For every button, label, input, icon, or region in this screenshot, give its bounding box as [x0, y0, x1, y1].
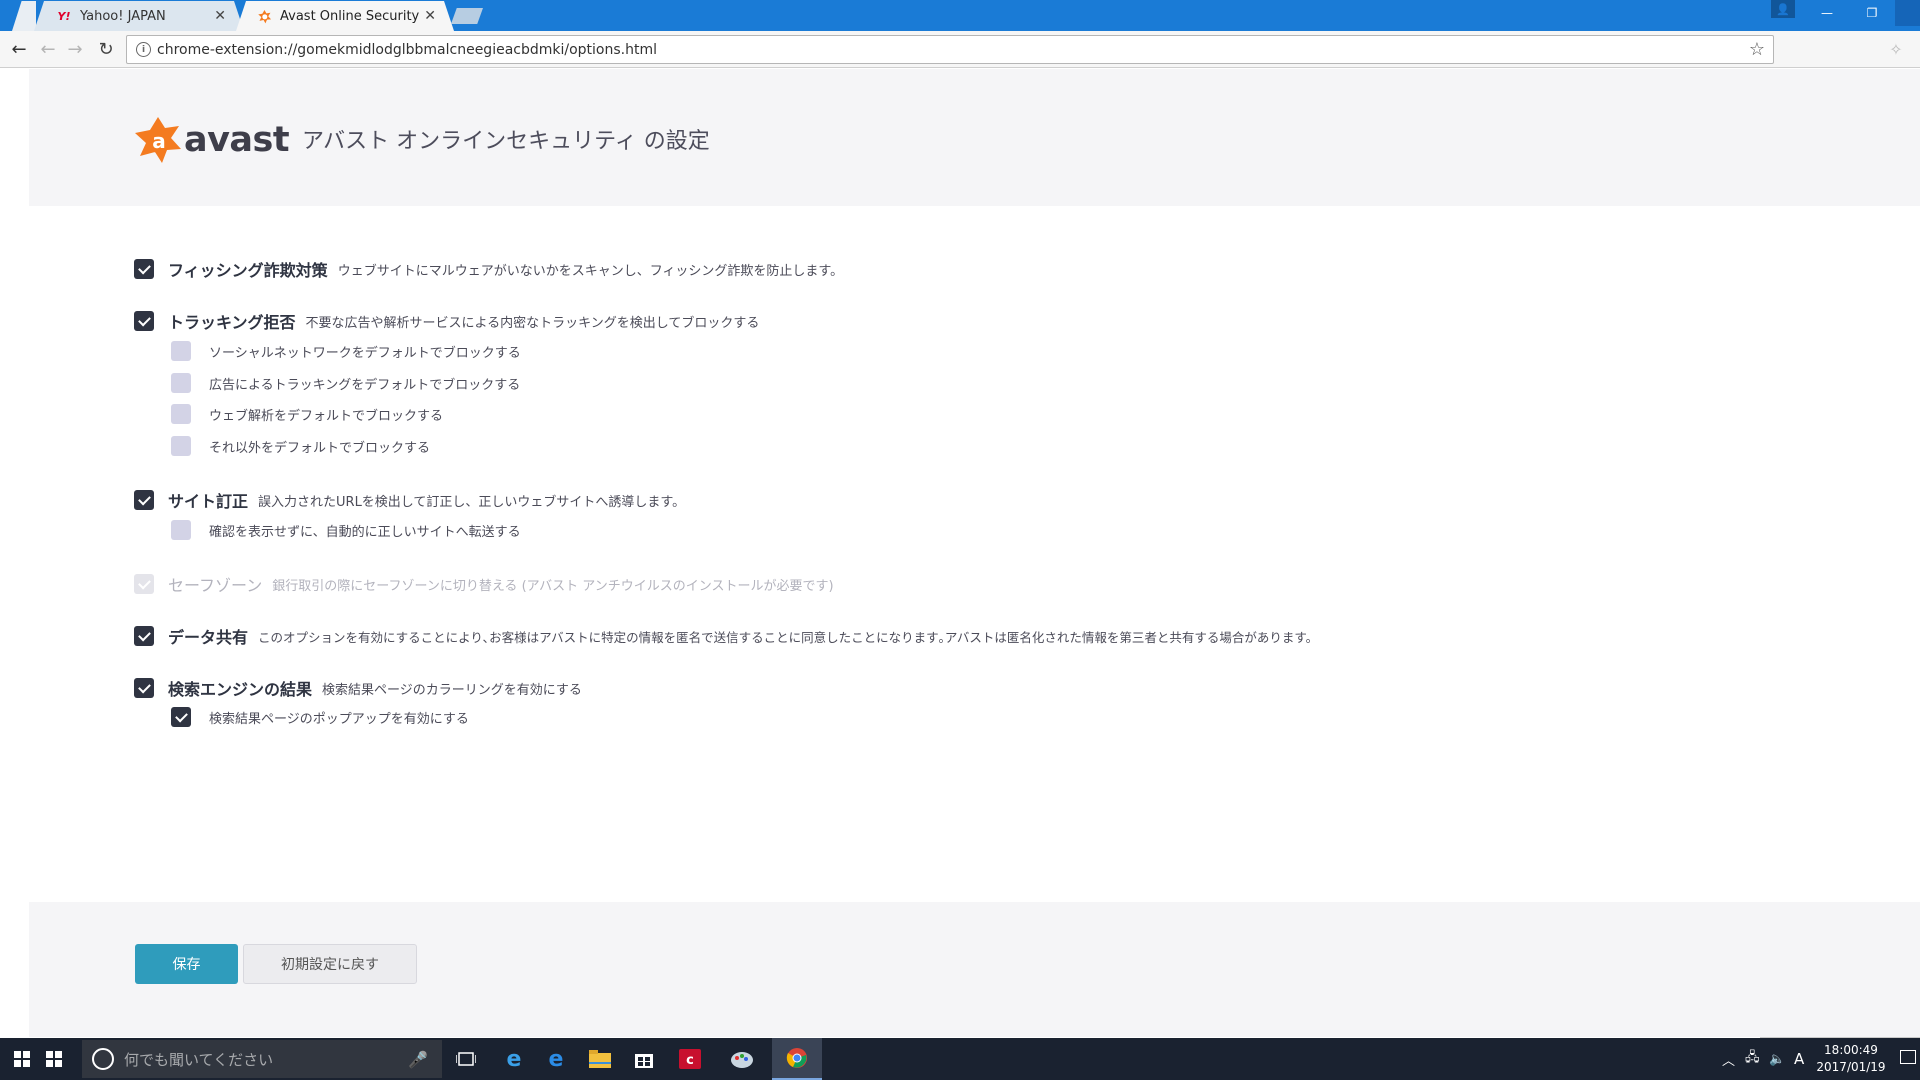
minimize-icon[interactable]: — — [1805, 0, 1849, 26]
info-icon[interactable]: i — [136, 42, 151, 57]
tray-expand-icon[interactable]: ︿ — [1722, 1038, 1735, 1080]
tab-partial[interactable] — [12, 1, 36, 31]
forward-arrow-icon[interactable]: ← — [36, 37, 60, 61]
tab-title: Yahoo! JAPAN — [80, 8, 166, 24]
setting-description: 不要な広告や解析サービスによる内密なトラッキングを検出してブロックする — [305, 315, 760, 331]
sub-setting-label: ソーシャルネットワークをデフォルトでブロックする — [209, 345, 521, 361]
close-icon[interactable]: ✕ — [214, 8, 226, 24]
forward-arrow-icon[interactable]: → — [63, 37, 87, 61]
sub-setting-label: 広告によるトラッキングをデフォルトでブロックする — [209, 377, 521, 393]
address-bar[interactable]: i chrome-extension://gomekmidlodglbbmalc… — [126, 35, 1774, 64]
ime-indicator[interactable]: A — [1794, 1038, 1804, 1080]
search-placeholder: 何でも聞いてください — [124, 1050, 274, 1069]
close-window-button[interactable] — [1895, 0, 1920, 26]
logo-text: avast — [184, 120, 290, 160]
setting-description: 銀行取引の際にセーフゾーンに切り替える (アバスト アンチウイルスのインストール… — [272, 578, 834, 594]
safezone-checkbox — [134, 574, 154, 594]
sub-setting-label: 確認を表示せずに、自動的に正しいサイトへ転送する — [209, 524, 521, 540]
taskbar: 何でも聞いてください 🎤 e e c ︿ 🖧 🔈 A 18:00:49 2017… — [0, 1038, 1920, 1080]
extension-icon[interactable]: ✧ — [1884, 37, 1908, 61]
chrome-icon[interactable] — [772, 1038, 822, 1080]
page-title: アバスト オンラインセキュリティ の設定 — [302, 129, 710, 154]
search-results-checkbox[interactable] — [134, 678, 154, 698]
setting-description: ウェブサイトにマルウェアがいないかをスキャンし、フィッシング詐欺を防止します。 — [337, 263, 844, 279]
tracking-checkbox[interactable] — [134, 311, 154, 331]
browser-toolbar: ← ← → ↻ i chrome-extension://gomekmidlod… — [0, 31, 1920, 68]
setting-sitecorrect: サイト訂正 誤入力されたURLを検出して訂正し、正しいウェブサイトへ誘導します。 — [134, 488, 685, 512]
setting-safezone: セーフゾーン 銀行取引の際にセーフゾーンに切り替える (アバスト アンチウイルス… — [134, 572, 834, 596]
setting-label: サイト訂正 — [168, 492, 249, 511]
other-tracking-checkbox[interactable] — [171, 436, 191, 456]
datashare-checkbox[interactable] — [134, 626, 154, 646]
setting-sub-item: 広告によるトラッキングをデフォルトでブロックする — [171, 373, 520, 393]
notification-icon[interactable] — [1900, 1050, 1916, 1064]
svg-text:c: c — [686, 1053, 694, 1068]
setting-description: このオプションを有効にすることにより､お客様はアバストに特定の情報を匿名で送信す… — [258, 629, 1319, 645]
star-icon[interactable]: ☆ — [1749, 39, 1765, 60]
auto-redirect-checkbox[interactable] — [171, 520, 191, 540]
phishing-checkbox[interactable] — [134, 259, 154, 279]
options-page: a avast アバスト オンラインセキュリティ の設定 フィッシング詐欺対策 … — [0, 69, 1920, 1037]
setting-sub-item: ウェブ解析をデフォルトでブロックする — [171, 404, 443, 424]
file-explorer-icon[interactable] — [580, 1038, 620, 1080]
setting-search: 検索エンジンの結果 検索結果ページのカラーリングを有効にする — [134, 676, 582, 700]
setting-description: 誤入力されたURLを検出して訂正し、正しいウェブサイトへ誘導します。 — [258, 494, 686, 510]
avast-logo-icon: a — [134, 116, 182, 164]
volume-icon[interactable]: 🔈 — [1769, 1038, 1785, 1080]
windows-start-icon[interactable] — [8, 1038, 36, 1080]
back-arrow-icon[interactable]: ← — [7, 37, 31, 61]
tab-yahoo[interactable]: Y! Yahoo! JAPAN ✕ — [34, 1, 244, 31]
avast-logo: a avast — [134, 116, 290, 164]
sub-setting-label: 検索結果ページのポップアップを有効にする — [209, 711, 469, 727]
new-tab-button[interactable] — [451, 8, 483, 24]
network-icon[interactable]: 🖧 — [1745, 1038, 1760, 1080]
clock[interactable]: 18:00:49 2017/01/19 — [1815, 1042, 1887, 1076]
title-bar: Y! Yahoo! JAPAN ✕ Avast Online Security … — [0, 0, 1920, 31]
setting-sub-item: 検索結果ページのポップアップを有効にする — [171, 707, 469, 727]
clock-time: 18:00:49 — [1824, 1043, 1878, 1057]
save-button[interactable]: 保存 — [135, 944, 238, 984]
setting-label: フィッシング詐欺対策 — [168, 261, 328, 280]
tab-title: Avast Online Security — [280, 8, 420, 24]
setting-sub-item: それ以外をデフォルトでブロックする — [171, 436, 430, 456]
sub-setting-label: それ以外をデフォルトでブロックする — [209, 440, 431, 456]
cortana-icon — [92, 1048, 114, 1070]
avast-icon — [256, 8, 272, 24]
svg-text:a: a — [152, 129, 166, 153]
restore-icon[interactable]: ❐ — [1850, 0, 1894, 26]
setting-sub-item: ソーシャルネットワークをデフォルトでブロックする — [171, 341, 521, 361]
url-text[interactable]: chrome-extension://gomekmidlodglbbmalcne… — [157, 42, 657, 58]
web-analytics-checkbox[interactable] — [171, 404, 191, 424]
sub-setting-label: ウェブ解析をデフォルトでブロックする — [209, 408, 444, 424]
clock-date: 2017/01/19 — [1816, 1060, 1886, 1074]
sitecorrect-checkbox[interactable] — [134, 490, 154, 510]
setting-label: セーフゾーン — [168, 576, 263, 595]
tab-avast[interactable]: Avast Online Security ✕ — [236, 1, 454, 31]
setting-label: 検索エンジンの結果 — [168, 680, 313, 699]
paint-icon[interactable] — [722, 1038, 762, 1080]
internet-explorer-icon[interactable]: e — [494, 1038, 534, 1080]
mcafee-icon[interactable]: c — [670, 1038, 710, 1080]
search-popup-checkbox[interactable] — [171, 707, 191, 727]
setting-label: トラッキング拒否 — [168, 313, 296, 332]
close-icon[interactable]: ✕ — [424, 8, 436, 24]
user-icon[interactable]: 👤 — [1771, 0, 1795, 18]
setting-datashare: データ共有 このオプションを有効にすることにより､お客様はアバストに特定の情報を… — [134, 624, 1318, 648]
microphone-icon[interactable]: 🎤 — [408, 1050, 428, 1069]
windows-icon[interactable] — [40, 1038, 68, 1080]
task-view-icon[interactable] — [446, 1038, 486, 1080]
ad-tracking-checkbox[interactable] — [171, 373, 191, 393]
reset-defaults-button[interactable]: 初期設定に戻す — [243, 944, 417, 984]
setting-phishing: フィッシング詐欺対策 ウェブサイトにマルウェアがいないかをスキャンし、フィッシン… — [134, 257, 843, 281]
setting-tracking: トラッキング拒否 不要な広告や解析サービスによる内密なトラッキングを検出してブロ… — [134, 309, 759, 333]
setting-sub-item: 確認を表示せずに、自動的に正しいサイトへ転送する — [171, 520, 521, 540]
edge-icon[interactable]: e — [536, 1038, 576, 1080]
yahoo-icon: Y! — [57, 9, 71, 23]
store-icon[interactable] — [624, 1038, 664, 1080]
social-network-checkbox[interactable] — [171, 341, 191, 361]
setting-description: 検索結果ページのカラーリングを有効にする — [322, 682, 582, 698]
setting-label: データ共有 — [168, 628, 249, 647]
reload-icon[interactable]: ↻ — [94, 37, 118, 61]
cortana-search-box[interactable]: 何でも聞いてください 🎤 — [82, 1040, 442, 1078]
